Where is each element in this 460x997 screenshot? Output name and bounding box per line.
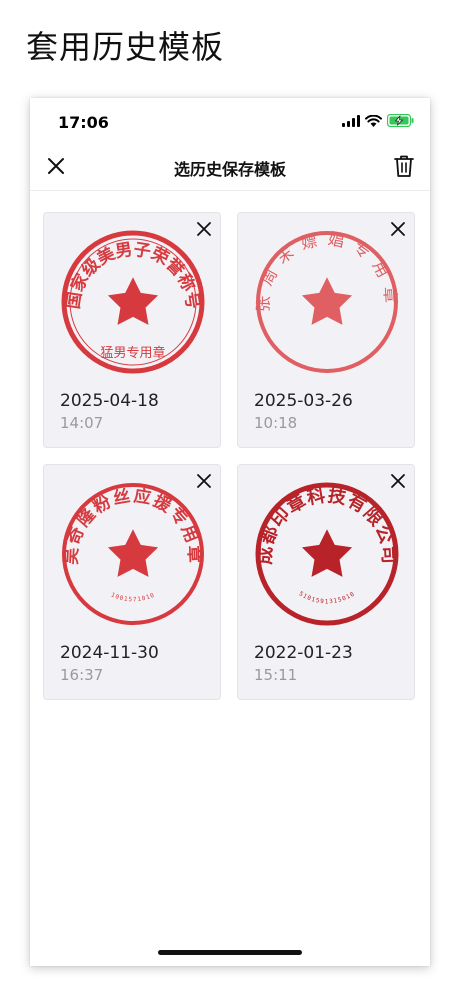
template-time: 15:11: [254, 666, 298, 684]
status-icons: [342, 114, 414, 127]
stamp-number-text: 5101591315010: [298, 590, 356, 605]
star-icon: [301, 529, 353, 577]
stamp-bottom-text: 猛男专用章: [100, 345, 165, 361]
navigation-bar: 选历史保存模板: [30, 144, 430, 191]
template-card[interactable]: 张周末嫖娼专用章 2025-03-26 10:18: [237, 212, 415, 448]
page-title: 选历史保存模板: [173, 160, 286, 179]
template-date: 2022-01-23: [254, 643, 353, 663]
stamp-image: 张周末嫖娼专用章: [253, 229, 398, 373]
template-time: 10:18: [254, 414, 298, 432]
svg-text:5101591315010: 5101591315010: [298, 590, 357, 605]
template-time: 14:07: [60, 414, 104, 432]
stamp-number-text: 1001571010: [110, 591, 155, 603]
wifi-icon: [365, 114, 382, 127]
template-date: 2025-04-18: [60, 391, 159, 411]
svg-text:1001571010: 1001571010: [110, 591, 156, 603]
star-icon: [301, 277, 353, 325]
template-date: 2025-03-26: [254, 391, 353, 411]
trash-icon[interactable]: [392, 153, 416, 179]
battery-charging-icon: [387, 114, 414, 127]
template-card[interactable]: 成都印章科技有限公司 5101591315010 2022-01-23 15:1…: [237, 464, 415, 700]
status-time: 17:06: [58, 113, 109, 132]
stamp-image: 国家级美男子荣誉称号 猛男专用章: [61, 230, 205, 374]
star-icon: [107, 529, 159, 577]
template-card[interactable]: 国家级美男子荣誉称号 猛男专用章 2025-04-18 14:07: [43, 212, 221, 448]
template-time: 16:37: [60, 666, 104, 684]
stamp-image: 成都印章科技有限公司 5101591315010: [254, 482, 399, 626]
signal-icon: [342, 114, 360, 127]
phone-screen: 17:06 选历史保存模板 国家级美男子荣誉称号 猛男专用章 2025-04-1…: [30, 98, 430, 966]
stamp-image: 吴奇隆粉丝应援专用章 1001571010: [62, 483, 204, 625]
template-date: 2024-11-30: [60, 643, 159, 663]
page-caption: 套用历史模板: [26, 28, 225, 66]
status-bar: 17:06: [30, 98, 430, 144]
home-indicator[interactable]: [158, 950, 302, 955]
template-card[interactable]: 吴奇隆粉丝应援专用章 1001571010 2024-11-30 16:37: [43, 464, 221, 700]
star-icon: [107, 277, 159, 325]
